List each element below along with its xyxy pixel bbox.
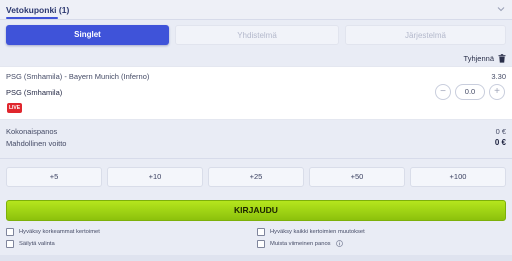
stake-input[interactable]: 0.0 [455,84,485,100]
tab-system[interactable]: Järjestelmä [345,25,506,45]
bet-odds: 3.30 [491,72,506,81]
divider [0,158,512,159]
betslip-title: Vetokuponki (1) [6,5,70,15]
checkbox[interactable] [257,227,265,236]
checkbox[interactable] [257,239,265,248]
trash-icon [498,53,506,63]
potential-win-value: 0 € [494,138,506,147]
stake-decrease-button[interactable]: − [435,84,451,100]
bet-selection: PSG (Smhamila) [6,88,63,97]
tab-combination[interactable]: Yhdistelmä [175,25,339,45]
option-label: Hyväksy kaikki kertoimien muutokset [270,228,365,235]
stake-stepper: − 0.0 + [435,84,505,100]
clear-label: Tyhjennä [463,53,494,63]
quick-stake-10[interactable]: +10 [107,167,203,187]
checkbox[interactable] [6,239,14,248]
potential-win-label: Mahdollinen voitto [6,139,67,148]
live-badge: LIVE [7,103,22,113]
info-icon[interactable] [335,240,343,247]
checkbox[interactable] [6,227,14,236]
option-label: Muista viimeinen panos [270,240,331,247]
option-accept-higher-odds[interactable]: Hyväksy korkeammat kertoimet [6,227,100,236]
option-label: Säilytä valinta [19,240,55,247]
clear-button[interactable]: Tyhjennä [464,52,506,64]
total-stake-label: Kokonaispanos [6,127,58,136]
option-accept-all-odds-changes[interactable]: Hyväksy kaikki kertoimien muutokset [257,227,365,236]
title-underline [6,17,58,19]
quick-stake-100[interactable]: +100 [410,167,506,187]
option-label: Hyväksy korkeammat kertoimet [19,228,100,235]
chevron-down-icon[interactable] [496,4,506,14]
total-stake-value: 0 € [495,127,506,136]
tab-singles[interactable]: Singlet [6,25,169,45]
quick-stake-row: +5 +10 +25 +50 +100 [6,167,506,187]
bet-type-tabs: Singlet Yhdistelmä Järjestelmä [6,25,506,45]
bottom-bar [0,255,512,261]
option-save-selection[interactable]: Säilytä valinta [6,239,55,248]
match-name: PSG (Smhamila) - Bayern Munich (Inferno) [6,72,150,81]
quick-stake-50[interactable]: +50 [309,167,405,187]
option-remember-last-stake[interactable]: Muista viimeinen panos [257,239,343,248]
login-button[interactable]: KIRJAUDU [6,200,506,221]
quick-stake-5[interactable]: +5 [6,167,102,187]
bet-card: PSG (Smhamila) - Bayern Munich (Inferno)… [0,66,512,120]
stake-increase-button[interactable]: + [489,84,505,100]
quick-stake-25[interactable]: +25 [208,167,304,187]
betslip-header[interactable]: Vetokuponki (1) [0,0,512,20]
